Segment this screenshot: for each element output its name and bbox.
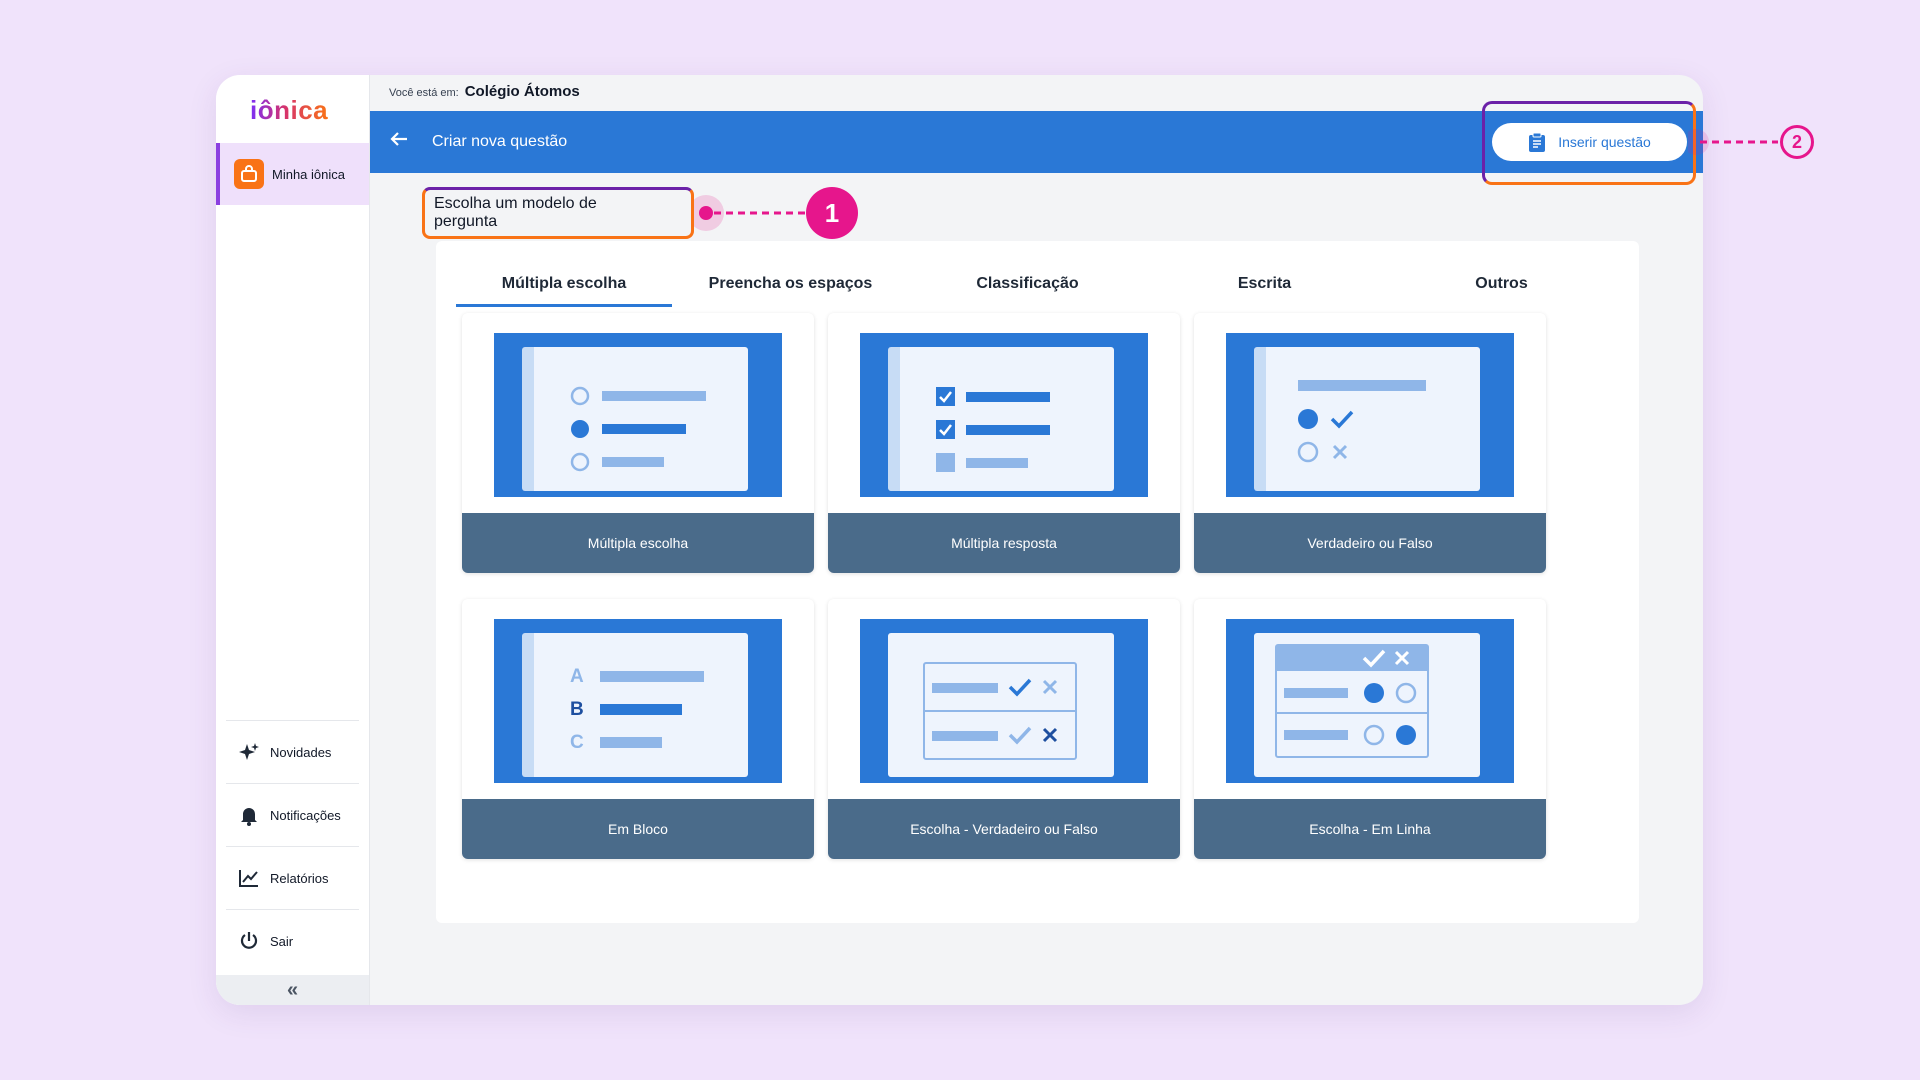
choice-true-false-illustration	[923, 662, 1077, 760]
insert-question-label: Inserir questão	[1558, 134, 1651, 150]
sidebar-item-notificacoes[interactable]: Notificações	[226, 783, 359, 846]
page-title: Criar nova questão	[432, 133, 568, 150]
sidebar-item-novidades[interactable]: Novidades	[226, 720, 359, 783]
letter-b: B	[570, 699, 584, 720]
sidebar-item-minha-ionica[interactable]: Minha iônica	[216, 143, 369, 205]
clipboard-icon	[1529, 132, 1546, 152]
sidebar-item-label: Relatórios	[270, 870, 329, 886]
radio-list-illustration	[570, 386, 706, 472]
template-card-multipla-escolha[interactable]: Múltipla escolha	[462, 313, 814, 573]
bell-icon	[241, 808, 257, 826]
template-card-label: Escolha - Verdadeiro ou Falso	[828, 799, 1180, 859]
template-thumbnail: A B C	[494, 619, 782, 783]
template-card-label: Verdadeiro ou Falso	[1194, 513, 1546, 573]
template-thumbnail	[1226, 333, 1514, 497]
annotation-step-2: 2	[1688, 125, 1814, 159]
app-window: iônica Minha iônica Novidades Notificaçõ…	[216, 75, 1703, 1005]
template-card-label: Escolha - Em Linha	[1194, 799, 1546, 859]
template-card-em-bloco[interactable]: A B C Em Bloco	[462, 599, 814, 859]
back-arrow-icon[interactable]	[388, 128, 414, 156]
sidebar-item-sair[interactable]: Sair	[226, 909, 359, 972]
sidebar: iônica Minha iônica Novidades Notificaçõ…	[216, 75, 370, 1005]
ionica-logo[interactable]: iônica	[250, 95, 328, 126]
template-thumbnail	[860, 619, 1148, 783]
template-thumbnail	[494, 333, 782, 497]
template-card-multipla-resposta[interactable]: Múltipla resposta	[828, 313, 1180, 573]
true-false-illustration	[1297, 380, 1426, 463]
sidebar-bottom-menu: Novidades Notificações Relatórios Sair	[216, 720, 369, 972]
sidebar-item-label: Sair	[270, 933, 294, 949]
tab-multipla-escolha[interactable]: Múltipla escolha	[456, 263, 672, 307]
step-number-badge: 1	[806, 187, 858, 239]
chart-line-icon	[239, 870, 258, 887]
tab-escrita[interactable]: Escrita	[1146, 263, 1383, 307]
template-thumbnail	[1226, 619, 1514, 783]
collapse-sidebar-button[interactable]: «	[216, 975, 369, 1005]
sidebar-item-label: Novidades	[270, 744, 332, 760]
template-thumbnail	[860, 333, 1148, 497]
breadcrumb-school: Colégio Átomos	[464, 83, 580, 100]
sparkles-icon	[239, 743, 259, 760]
sidebar-item-label: Notificações	[270, 807, 341, 823]
template-card-label: Em Bloco	[462, 799, 814, 859]
block-letters-illustration: A B C	[570, 666, 704, 753]
power-icon	[240, 932, 258, 949]
breadcrumb-label: Você está em:	[389, 87, 459, 99]
letter-c: C	[570, 732, 584, 753]
page-header-bar: Criar nova questão Inserir questão	[370, 111, 1703, 173]
template-card-escolha-em-linha[interactable]: Escolha - Em Linha	[1194, 599, 1546, 859]
template-card-label: Múltipla escolha	[462, 513, 814, 573]
question-type-tabs: Múltipla escolha Preencha os espaços Cla…	[456, 263, 1644, 307]
briefcase-icon	[234, 159, 264, 189]
step-number-badge: 2	[1780, 125, 1814, 159]
template-card-verdadeiro-ou-falso[interactable]: Verdadeiro ou Falso	[1194, 313, 1546, 573]
sidebar-item-relatorios[interactable]: Relatórios	[226, 846, 359, 909]
highlight-frame-heading	[422, 187, 694, 239]
tab-preencha-os-espacos[interactable]: Preencha os espaços	[672, 263, 909, 307]
letter-a: A	[570, 666, 584, 687]
breadcrumb: Você está em: Colégio Átomos	[389, 83, 580, 105]
annotation-connector	[1688, 129, 1778, 155]
insert-question-button[interactable]: Inserir questão	[1492, 123, 1687, 161]
inline-choice-illustration	[1275, 644, 1429, 758]
tab-outros[interactable]: Outros	[1383, 263, 1620, 307]
sidebar-item-label: Minha iônica	[272, 166, 345, 182]
template-card-escolha-verdadeiro-ou-falso[interactable]: Escolha - Verdadeiro ou Falso	[828, 599, 1180, 859]
tab-classificacao[interactable]: Classificação	[909, 263, 1146, 307]
checkbox-list-illustration	[936, 387, 1050, 472]
template-card-label: Múltipla resposta	[828, 513, 1180, 573]
chevrons-left-icon: «	[286, 978, 299, 1001]
annotation-step-1: 1	[694, 187, 858, 239]
